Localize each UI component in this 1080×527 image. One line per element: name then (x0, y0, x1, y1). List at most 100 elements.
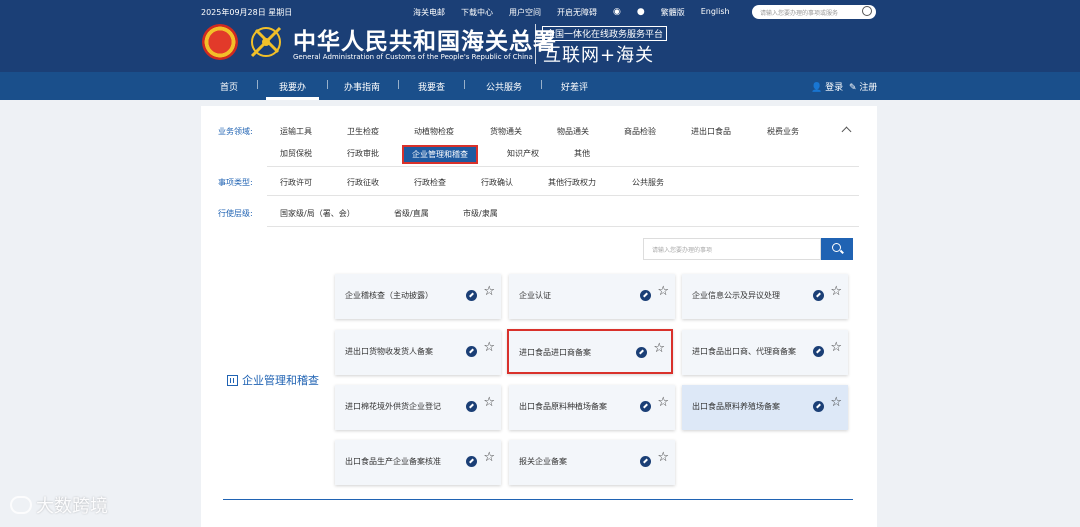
filter-divider (267, 226, 859, 227)
service-card[interactable]: 进口棉花境外供货企业登记 ☆ (335, 385, 501, 430)
collapse-chevron-icon[interactable] (841, 126, 852, 137)
service-card-label: 进出口货物收发货人备案 (345, 347, 433, 356)
star-icon[interactable]: ☆ (657, 451, 669, 464)
service-card-label: 出口食品生产企业备案核准 (345, 457, 441, 466)
star-icon[interactable]: ☆ (830, 396, 842, 409)
register-link[interactable]: ✎ 注册 (849, 80, 877, 93)
item-search-input[interactable]: 请输入您要办理的事项 (643, 238, 821, 260)
service-card[interactable]: 进口食品进口商备案 ☆ (507, 329, 673, 374)
filter-business-transport[interactable]: 运输工具 (280, 126, 312, 137)
service-card[interactable]: 企业认证 ☆ (509, 274, 675, 319)
nav-home[interactable]: 首页 (220, 80, 238, 93)
compass-icon[interactable] (813, 346, 824, 357)
compass-icon[interactable] (466, 456, 477, 467)
filter-business-animal-plant-quarantine[interactable]: 动植物检疫 (414, 126, 454, 137)
filter-type-confirmation[interactable]: 行政确认 (481, 177, 513, 188)
compass-icon[interactable] (466, 346, 477, 357)
register-label: 注册 (859, 83, 878, 93)
filter-type-other-power[interactable]: 其他行政权力 (548, 177, 596, 188)
filter-divider (267, 166, 859, 167)
compass-icon[interactable] (466, 290, 477, 301)
service-card[interactable]: 进口食品出口商、代理商备案 ☆ (682, 330, 848, 375)
service-card[interactable]: 出口食品生产企业备案核准 ☆ (335, 440, 501, 485)
star-icon[interactable]: ☆ (657, 285, 669, 298)
service-card[interactable]: 出口食品原料种植场备案 ☆ (509, 385, 675, 430)
filter-business-admin-approval[interactable]: 行政审批 (347, 148, 379, 159)
nav-public-service[interactable]: 公共服务 (486, 80, 522, 93)
filter-business-import-export-food[interactable]: 进出口食品 (691, 126, 731, 137)
exercise-level-label: 行使层级: (218, 209, 253, 218)
filter-business-other[interactable]: 其他 (574, 148, 590, 159)
filter-business-enterprise-management[interactable]: 企业管理和稽查 (402, 145, 478, 164)
filter-level-municipal[interactable]: 市级/隶属 (463, 208, 498, 219)
filter-business-goods-clearance[interactable]: 货物通关 (490, 126, 522, 137)
filter-business-articles-clearance[interactable]: 物品通关 (557, 126, 589, 137)
service-card[interactable]: 企业信息公示及异议处理 ☆ (682, 274, 848, 319)
compass-icon[interactable] (813, 401, 824, 412)
traditional-chinese-link[interactable]: 繁體版 (661, 7, 685, 18)
nav-i-want-to-query[interactable]: 我要查 (418, 80, 445, 93)
filter-type-inspection[interactable]: 行政检查 (414, 177, 446, 188)
login-link[interactable]: 👤 登录 (811, 80, 843, 93)
filter-business-intellectual-property[interactable]: 知识产权 (507, 148, 539, 159)
weibo-icon[interactable]: ◉ (613, 7, 621, 18)
nav-separator: | (397, 80, 401, 90)
watermark: 大数跨境 (10, 492, 108, 518)
star-icon[interactable]: ☆ (483, 341, 495, 354)
header-divider (535, 24, 536, 64)
compass-icon[interactable] (640, 401, 651, 412)
header-search-input[interactable]: 请输入您要办理的事项或服务 (752, 5, 876, 19)
search-button[interactable] (821, 238, 853, 260)
top-link-accessibility[interactable]: 开启无障碍 (557, 7, 597, 18)
login-label: 登录 (825, 83, 844, 93)
service-card-label: 进口棉花境外供货企业登记 (345, 402, 441, 411)
filter-type-public-service[interactable]: 公共服务 (632, 177, 664, 188)
filter-business-bonded[interactable]: 加贸保税 (280, 148, 312, 159)
filter-business-tax[interactable]: 税费业务 (767, 126, 799, 137)
star-icon[interactable]: ☆ (830, 341, 842, 354)
filter-business-health-quarantine[interactable]: 卫生检疫 (347, 126, 379, 137)
star-icon[interactable]: ☆ (483, 396, 495, 409)
service-card[interactable]: 进出口货物收发货人备案 ☆ (335, 330, 501, 375)
compass-icon[interactable] (466, 401, 477, 412)
top-link-user-space[interactable]: 用户空间 (509, 7, 541, 18)
nav-active-indicator (266, 97, 319, 100)
star-icon[interactable]: ☆ (483, 285, 495, 298)
category-title: 企业管理和稽查 (227, 372, 319, 388)
nav-rating[interactable]: 好差评 (561, 80, 588, 93)
watermark-logo-icon (10, 496, 32, 514)
nav-separator: | (540, 80, 544, 90)
star-icon[interactable]: ☆ (653, 342, 665, 355)
filter-level-national[interactable]: 国家级/局（署、会） (280, 208, 355, 219)
filter-type-levy[interactable]: 行政征收 (347, 177, 379, 188)
filter-level-provincial[interactable]: 省级/直属 (394, 208, 429, 219)
nav-i-want-to-handle[interactable]: 我要办 (279, 80, 306, 93)
filter-type-license[interactable]: 行政许可 (280, 177, 312, 188)
nav-separator: | (326, 80, 330, 90)
service-card-label: 出口食品原料养殖场备案 (692, 402, 780, 411)
search-icon[interactable] (862, 6, 872, 16)
compass-icon[interactable] (640, 290, 651, 301)
service-card[interactable]: 企业稽核查（主动披露） ☆ (335, 274, 501, 319)
star-icon[interactable]: ☆ (657, 396, 669, 409)
compass-icon[interactable] (813, 290, 824, 301)
english-link[interactable]: English (701, 7, 730, 18)
nav-service-guide[interactable]: 办事指南 (344, 80, 380, 93)
main-panel: 业务领域: 运输工具 卫生检疫 动植物检疫 货物通关 物品通关 商品检验 进出口… (201, 106, 877, 527)
national-emblem-logo (202, 24, 238, 60)
main-nav: 首页 | 我要办 | 办事指南 | 我要查 | 公共服务 | 好差评 👤 登录 … (0, 72, 1080, 100)
wechat-icon[interactable]: ● (637, 7, 645, 18)
service-card[interactable]: 报关企业备案 ☆ (509, 440, 675, 485)
filter-business-commodity-inspection[interactable]: 商品检验 (624, 126, 656, 137)
site-header: 2025年09月28日 星期日 海关电邮 下载中心 用户空间 开启无障碍 ◉ ●… (0, 0, 1080, 72)
star-icon[interactable]: ☆ (483, 451, 495, 464)
nav-separator: | (256, 80, 260, 90)
top-link-download[interactable]: 下载中心 (461, 7, 493, 18)
service-card[interactable]: 出口食品原料养殖场备案 ☆ (682, 385, 848, 430)
top-link-email[interactable]: 海关电邮 (413, 7, 445, 18)
compass-icon[interactable] (636, 347, 647, 358)
item-type-label: 事项类型: (218, 178, 253, 187)
current-date: 2025年09月28日 星期日 (201, 8, 293, 17)
star-icon[interactable]: ☆ (830, 285, 842, 298)
compass-icon[interactable] (640, 456, 651, 467)
